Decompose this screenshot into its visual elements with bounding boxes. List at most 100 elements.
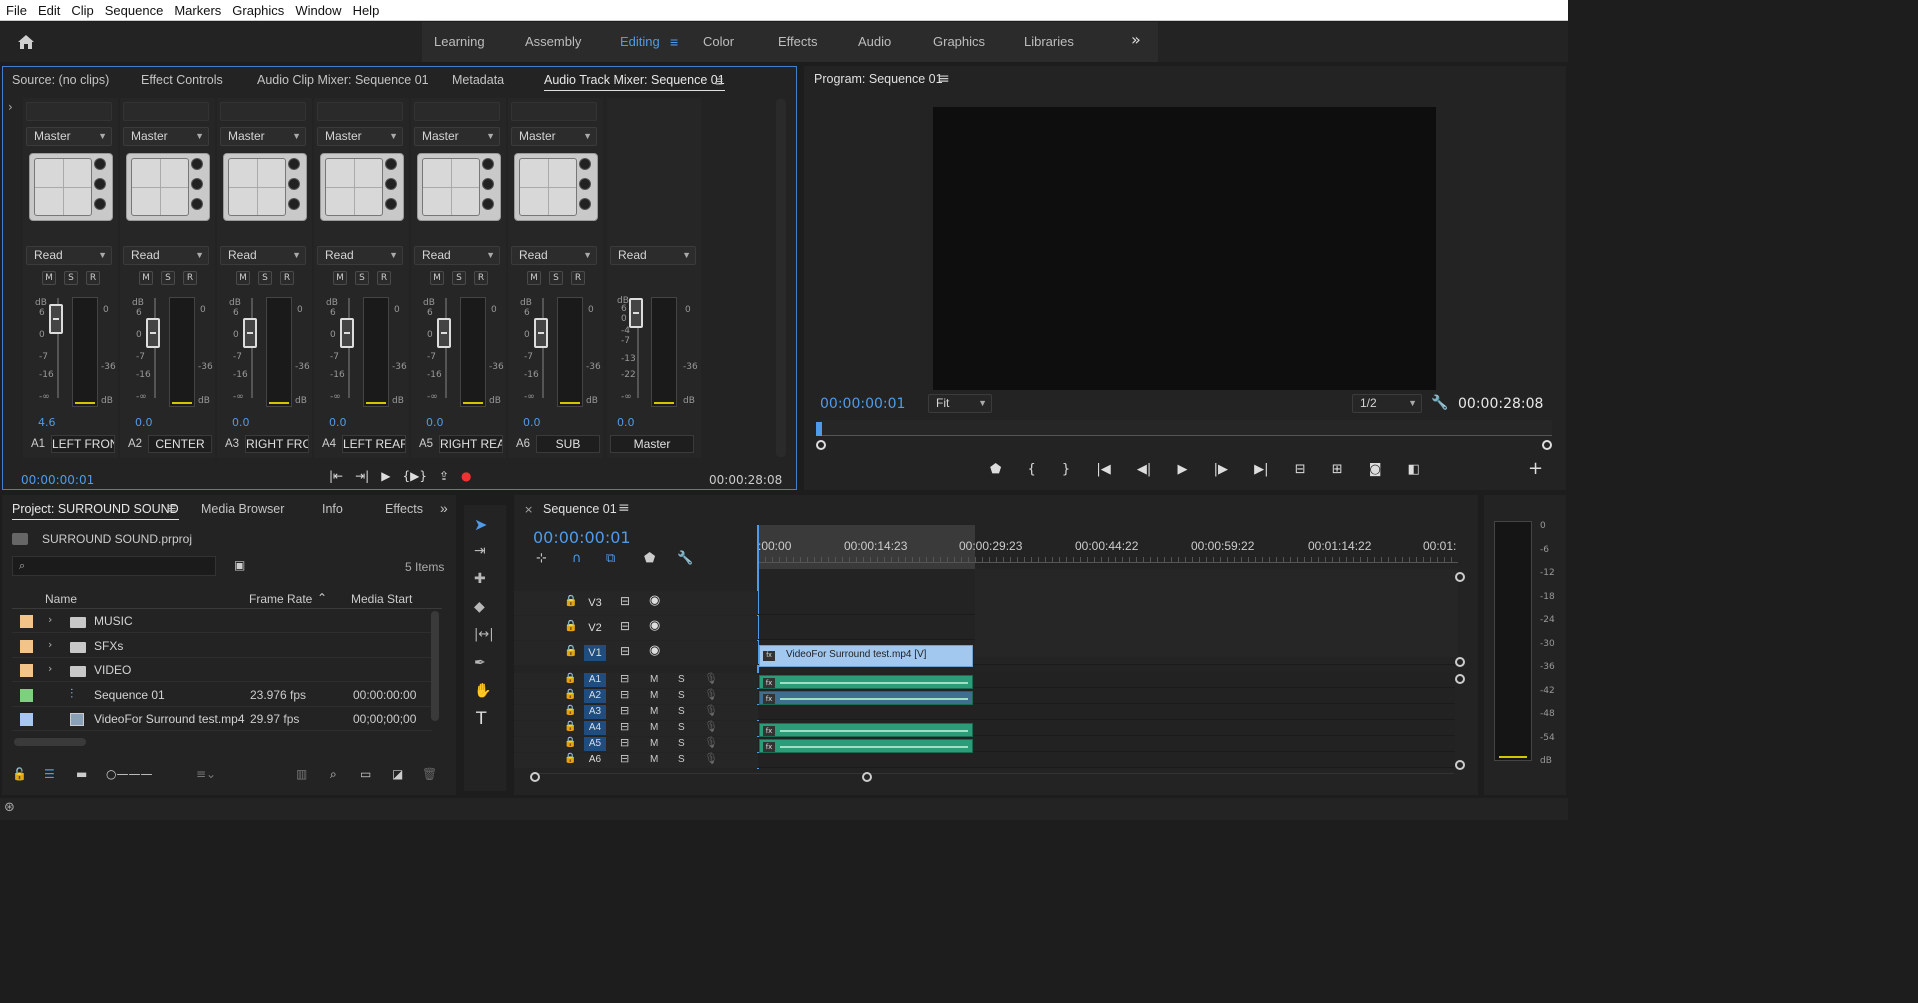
effect-slot-dropdown[interactable]: [317, 102, 403, 121]
wrench-icon[interactable]: 🔧: [1431, 395, 1448, 411]
record-enable-button[interactable]: R: [474, 271, 488, 285]
tab-media-browser[interactable]: Media Browser: [201, 502, 284, 516]
panner-knob[interactable]: [385, 178, 397, 190]
master-volume-value[interactable]: 0.0: [617, 416, 635, 429]
label-color-swatch[interactable]: [20, 639, 33, 653]
mute-button[interactable]: M: [42, 271, 56, 285]
extract-icon[interactable]: ⊞: [1332, 462, 1343, 482]
panner-knob[interactable]: [94, 158, 106, 170]
menu-edit[interactable]: Edit: [32, 3, 65, 18]
more-workspaces-icon[interactable]: »: [1131, 30, 1141, 49]
chevron-right-icon[interactable]: ›: [48, 613, 52, 626]
track-target-a1[interactable]: A1: [584, 673, 606, 687]
go-to-in-icon[interactable]: |◀: [1096, 462, 1110, 482]
zoom-handle-left[interactable]: [816, 440, 826, 450]
sequence-tab[interactable]: Sequence 01: [543, 502, 617, 516]
menu-clip[interactable]: Clip: [65, 3, 98, 18]
panner-knob[interactable]: [579, 158, 591, 170]
project-v-scrollbar[interactable]: [431, 611, 439, 721]
automate-icon[interactable]: ▥: [296, 767, 307, 781]
volume-value[interactable]: 0.0: [135, 416, 153, 429]
tab-editing[interactable]: Editing: [620, 34, 660, 49]
audio-clip[interactable]: fx: [759, 691, 973, 705]
solo-button[interactable]: S: [549, 271, 563, 285]
tab-libraries[interactable]: Libraries: [1024, 34, 1074, 49]
chevron-right-icon[interactable]: ›: [48, 662, 52, 675]
sync-lock-icon[interactable]: ⊟: [620, 672, 629, 685]
add-marker-icon[interactable]: ⬟: [990, 462, 1001, 482]
new-bin-from-search-icon[interactable]: ▣: [234, 558, 245, 572]
surround-panner[interactable]: [126, 153, 210, 221]
solo-button[interactable]: S: [678, 754, 685, 765]
list-item[interactable]: › SFXs: [12, 635, 432, 658]
lock-icon[interactable]: 🔒: [564, 594, 578, 607]
add-button-icon[interactable]: +: [1528, 458, 1543, 479]
panner-knob[interactable]: [579, 198, 591, 210]
panner-knob[interactable]: [288, 198, 300, 210]
effect-slot-dropdown[interactable]: [26, 102, 112, 121]
solo-button[interactable]: S: [678, 722, 685, 733]
playhead[interactable]: [816, 422, 822, 436]
track-target-v3[interactable]: V3: [584, 595, 606, 611]
volume-value[interactable]: 0.0: [329, 416, 347, 429]
home-icon[interactable]: [8, 30, 44, 54]
lock-icon[interactable]: 🔒: [564, 737, 576, 748]
expand-icon[interactable]: ›: [8, 100, 13, 114]
surround-panner[interactable]: [417, 153, 501, 221]
eye-icon[interactable]: ◉: [649, 593, 660, 608]
record-enable-button[interactable]: R: [571, 271, 585, 285]
tab-effects[interactable]: Effects: [385, 502, 423, 516]
volume-fader[interactable]: [534, 318, 548, 348]
menu-file[interactable]: File: [0, 3, 32, 18]
play-icon[interactable]: ▶: [381, 469, 390, 489]
solo-button[interactable]: S: [452, 271, 466, 285]
track-name-field[interactable]: RIGHT FRC: [245, 435, 309, 453]
mixer-scrollbar[interactable]: [776, 99, 786, 457]
automation-mode-dropdown[interactable]: Read ▼: [26, 246, 112, 265]
mic-icon[interactable]: 🎙: [704, 736, 718, 749]
label-color-swatch[interactable]: [20, 688, 33, 702]
volume-fader[interactable]: [437, 318, 451, 348]
label-color-swatch[interactable]: [20, 713, 33, 726]
effect-slot-dropdown[interactable]: [414, 102, 500, 121]
resolution-dropdown[interactable]: 1/2 ▼: [1352, 394, 1422, 413]
record-icon[interactable]: ●: [461, 469, 471, 489]
tab-color[interactable]: Color: [703, 34, 734, 49]
panner-knob[interactable]: [191, 198, 203, 210]
tab-audio-clip-mixer[interactable]: Audio Clip Mixer: Sequence 01: [257, 73, 429, 87]
sync-lock-icon[interactable]: ⊟: [620, 688, 629, 701]
track-target-a6[interactable]: A6: [584, 753, 606, 767]
sort-icon[interactable]: ≡⌄: [196, 767, 216, 781]
solo-button[interactable]: S: [678, 738, 685, 749]
master-automation-dropdown[interactable]: Read ▼: [610, 246, 696, 265]
track-name-field[interactable]: LEFT REAR: [342, 435, 406, 453]
sync-lock-icon[interactable]: ⊟: [620, 644, 630, 658]
mixer-timecode-in[interactable]: 00:00:00:01: [21, 473, 94, 487]
project-search-input[interactable]: ⌕: [12, 556, 216, 576]
panner-knob[interactable]: [482, 198, 494, 210]
volume-fader[interactable]: [146, 318, 160, 348]
mute-button[interactable]: M: [650, 690, 658, 701]
tab-audio-track-mixer[interactable]: Audio Track Mixer: Sequence 01: [544, 73, 725, 91]
effect-slot-dropdown[interactable]: [220, 102, 306, 121]
record-enable-button[interactable]: R: [86, 271, 100, 285]
timeline-h-scroll[interactable]: [534, 773, 1454, 781]
mute-button[interactable]: M: [650, 738, 658, 749]
zoom-handle-left[interactable]: [530, 772, 540, 782]
lock-icon[interactable]: 🔒: [564, 644, 578, 657]
mic-icon[interactable]: 🎙: [704, 688, 718, 701]
panner-grid[interactable]: [519, 158, 577, 216]
volume-value[interactable]: 0.0: [523, 416, 541, 429]
nest-icon[interactable]: ⊹: [536, 551, 547, 566]
audio-clip[interactable]: fx: [759, 675, 973, 689]
tab-effect-controls[interactable]: Effect Controls: [141, 73, 223, 87]
ripple-edit-tool-icon[interactable]: ✚: [474, 571, 486, 587]
panel-menu-icon[interactable]: ≡: [715, 73, 723, 89]
mute-button[interactable]: M: [139, 271, 153, 285]
sync-lock-icon[interactable]: ⊟: [620, 752, 629, 765]
sort-asc-icon[interactable]: ⌃: [317, 591, 327, 605]
sync-lock-icon[interactable]: ⊟: [620, 720, 629, 733]
surround-panner[interactable]: [223, 153, 307, 221]
tab-audio[interactable]: Audio: [858, 34, 891, 49]
video-scroll-bottom[interactable]: [1455, 657, 1465, 667]
